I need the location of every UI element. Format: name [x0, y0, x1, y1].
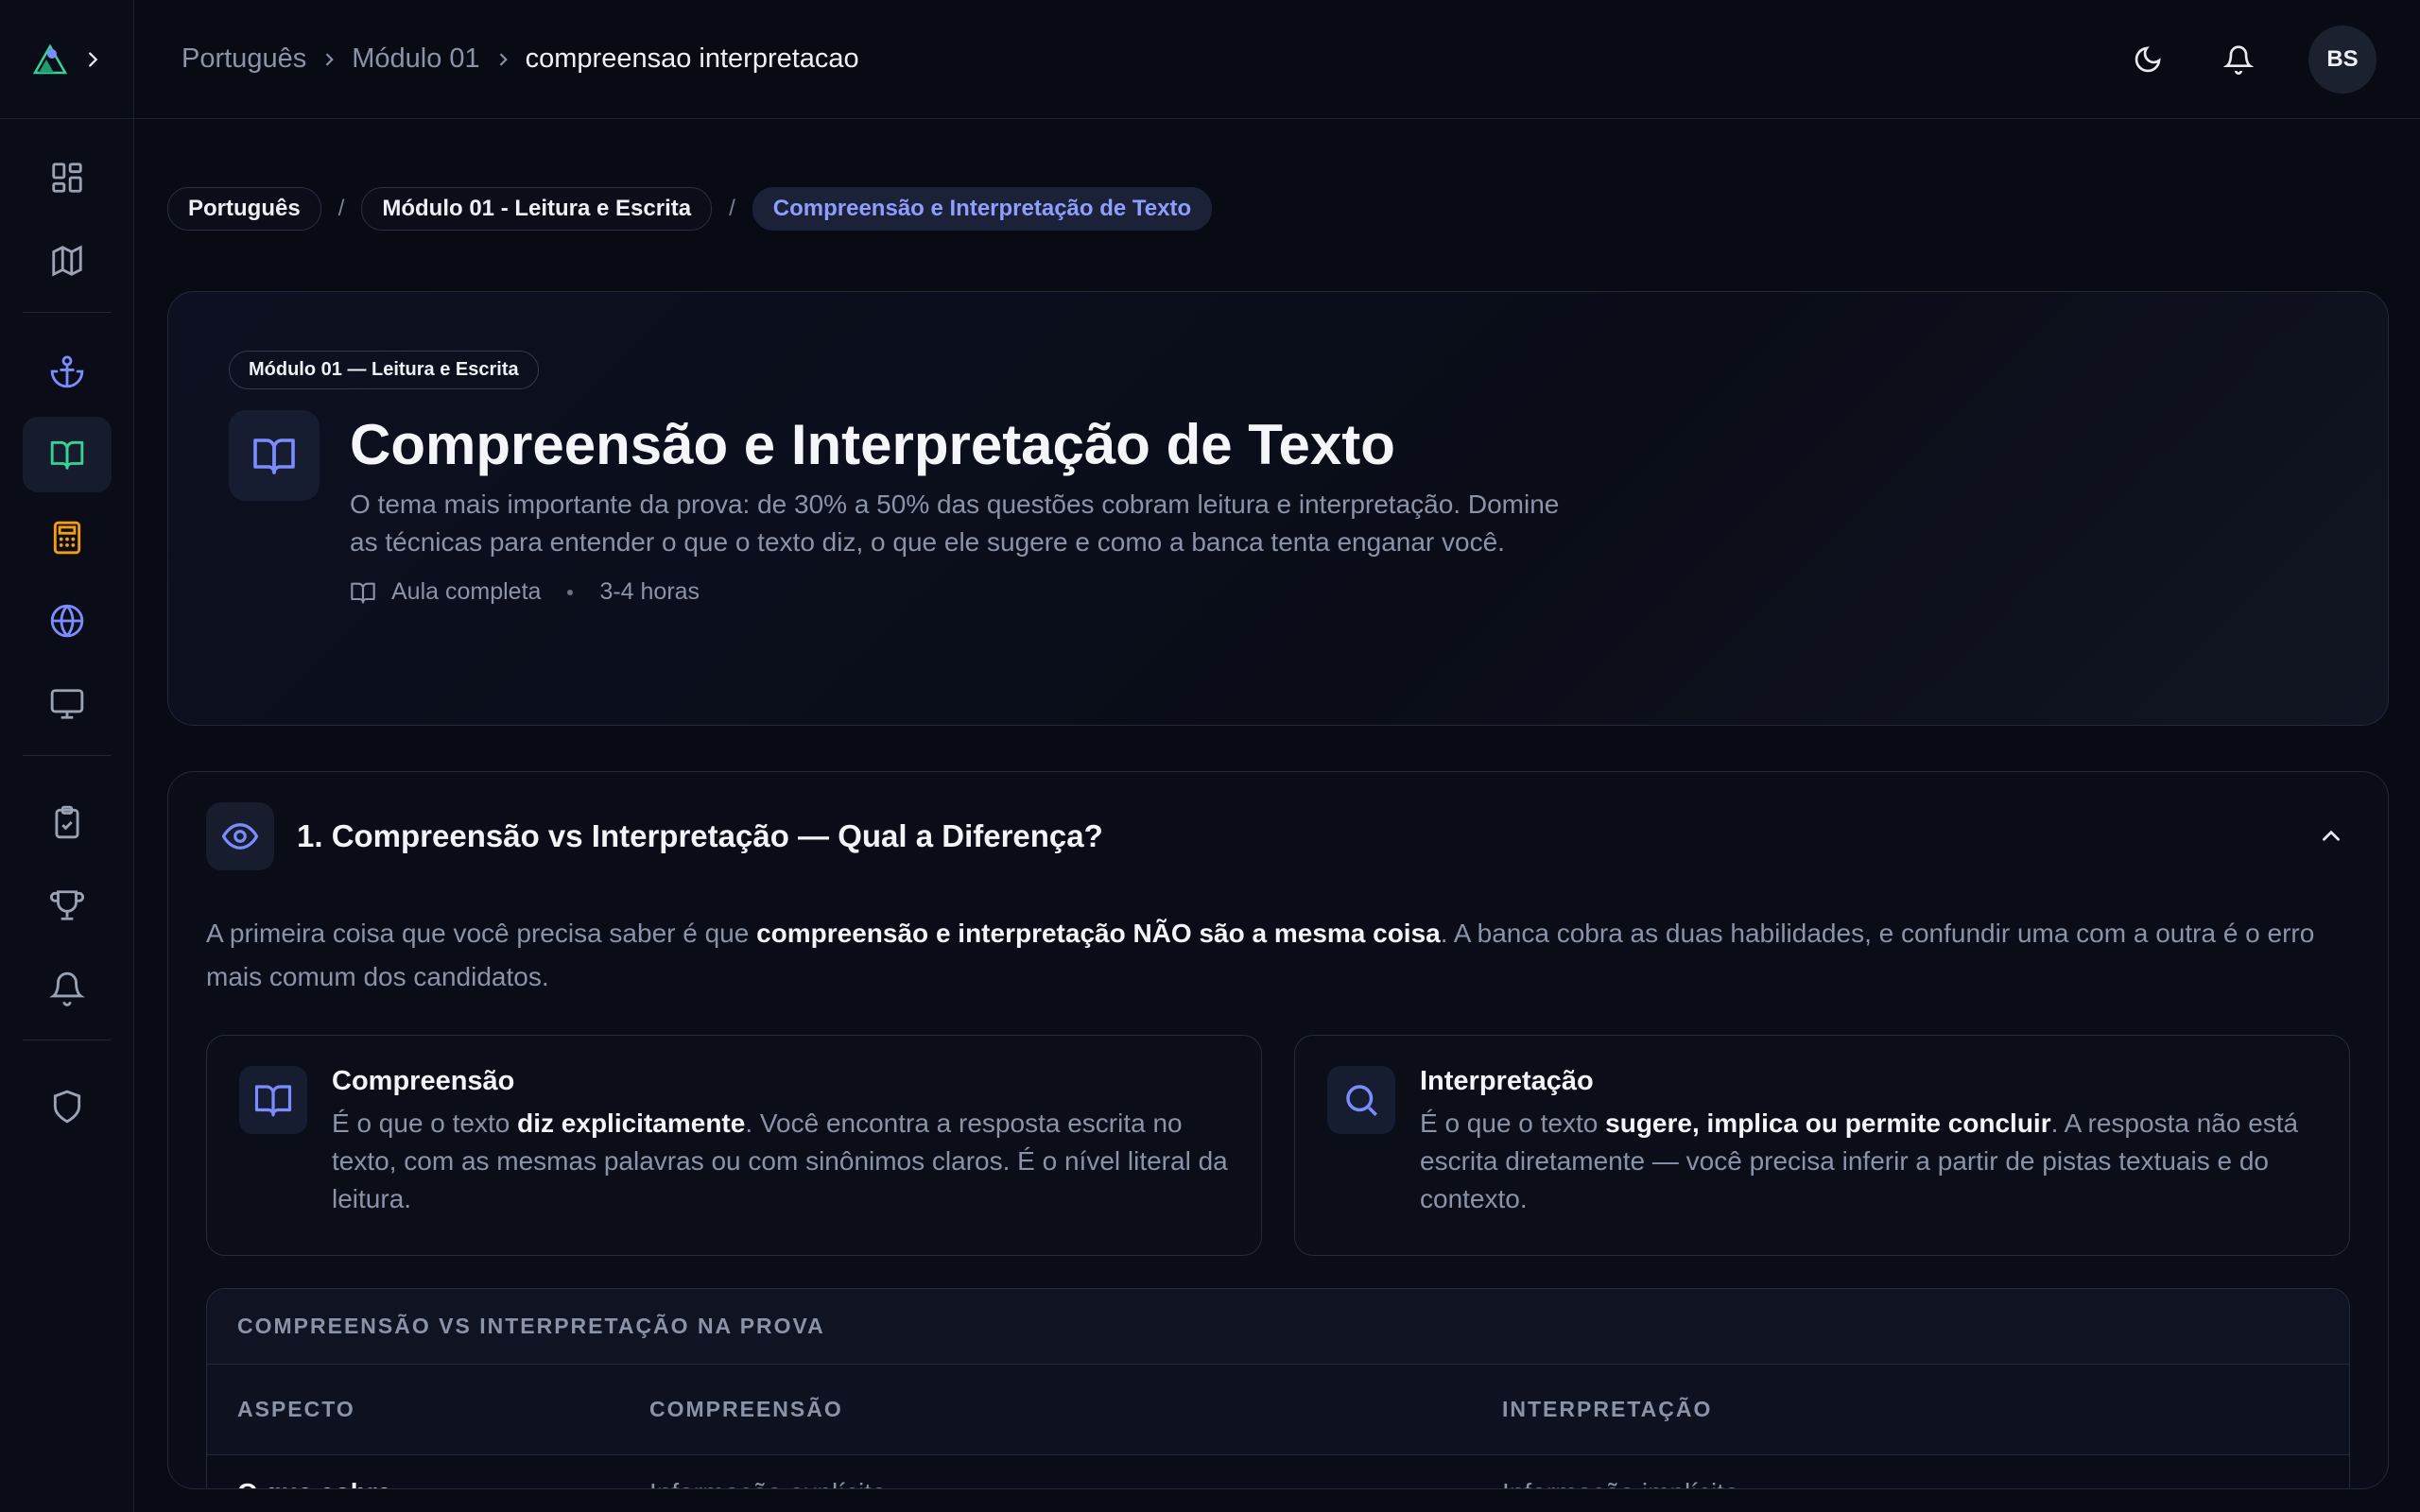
- column-header: ASPECTO: [237, 1397, 355, 1421]
- section-accordion: 1. Compreensão vs Interpretação — Qual a…: [167, 771, 2389, 1489]
- map-icon: [52, 245, 82, 277]
- book-open-icon: [253, 438, 295, 474]
- eye-icon: [221, 823, 259, 850]
- comparison-table: COMPREENSÃO VS INTERPRETAÇÃO NA PROVA AS…: [206, 1288, 2350, 1488]
- section-header[interactable]: 1. Compreensão vs Interpretação — Qual a…: [206, 802, 2350, 870]
- lesson-type: Aula completa: [391, 578, 542, 605]
- nav-portugues[interactable]: [23, 417, 112, 492]
- monitor-icon: [50, 689, 84, 719]
- section-icon: [206, 802, 274, 870]
- card-text: É o que o texto diz explicitamente. Você…: [332, 1105, 1229, 1218]
- pill-separator: /: [337, 196, 345, 221]
- nav-calculator[interactable]: [23, 500, 112, 576]
- bell-icon: [49, 971, 85, 1006]
- nav-anchor[interactable]: [23, 334, 112, 409]
- lesson-description: O tema mais importante da prova: de 30% …: [350, 490, 1560, 557]
- card-interpretacao: Interpretação É o que o texto sugere, im…: [1294, 1035, 2350, 1256]
- globe-icon: [50, 604, 84, 638]
- nav-computer[interactable]: [23, 666, 112, 742]
- pill-current-lesson: Compreensão e Interpretação de Texto: [752, 187, 1213, 231]
- lesson-icon: [229, 410, 320, 501]
- card-title: Interpretação: [1420, 1066, 1594, 1096]
- table-cell: Informação explícita: [649, 1478, 1502, 1488]
- theme-toggle-button[interactable]: [2127, 39, 2169, 80]
- trophy-icon: [49, 890, 85, 920]
- nav-map[interactable]: [23, 223, 112, 299]
- lesson-hero: Módulo 01 — Leitura e Escrita Compreensã…: [167, 291, 2389, 726]
- table-row: O que cobra Informação explícita Informa…: [207, 1455, 2349, 1488]
- shield-icon: [53, 1090, 81, 1124]
- logo-row: [0, 0, 133, 119]
- collapse-button[interactable]: [2312, 817, 2350, 855]
- meta-separator: [567, 589, 574, 595]
- table-header: ASPECTO COMPREENSÃO INTERPRETAÇÃO: [207, 1365, 2349, 1455]
- card-title: Compreensão: [332, 1066, 515, 1096]
- intro-emphasis: compreensão e interpretação NÃO são a me…: [756, 919, 1441, 948]
- page-title: Compreensão e Interpretação de Texto: [350, 413, 1395, 476]
- card-text-emphasis: diz explicitamente: [517, 1108, 746, 1138]
- card-compreensao: Compreensão É o que o texto diz explicit…: [206, 1035, 1262, 1256]
- main-content: Português / Módulo 01 - Leitura e Escrit…: [167, 119, 2389, 1489]
- card-icon: [239, 1066, 307, 1134]
- concept-cards: Compreensão É o que o texto diz explicit…: [206, 1035, 2350, 1256]
- section-intro: A primeira coisa que você precisa saber …: [206, 912, 2350, 999]
- notifications-button[interactable]: [2218, 39, 2259, 80]
- chevron-right-icon: [325, 52, 335, 66]
- anchor-icon: [50, 355, 84, 388]
- card-text-part: É o que o texto: [332, 1108, 518, 1138]
- top-actions: BS: [2127, 26, 2377, 94]
- table-cell: O que cobra: [207, 1478, 649, 1488]
- nav-tasks[interactable]: [23, 784, 112, 860]
- search-icon: [1346, 1085, 1377, 1116]
- breadcrumb: Português Módulo 01 compreensao interpre…: [182, 43, 859, 75]
- chevron-right-icon: [499, 52, 508, 66]
- moon-icon: [2135, 46, 2161, 73]
- card-text: É o que o texto sugere, implica ou permi…: [1420, 1105, 2317, 1218]
- topbar: Português Módulo 01 compreensao interpre…: [134, 0, 2420, 119]
- nav-admin[interactable]: [23, 1069, 112, 1144]
- calculator-icon: [53, 521, 81, 555]
- book-open-icon: [254, 1085, 292, 1117]
- intro-text: A primeira coisa que você precisa saber …: [206, 919, 757, 948]
- book-open-icon: [351, 582, 375, 604]
- pill-separator: /: [729, 196, 735, 221]
- card-text-part: É o que o texto: [1420, 1108, 1606, 1138]
- table-caption: COMPREENSÃO VS INTERPRETAÇÃO NA PROVA: [207, 1289, 2349, 1365]
- card-text-emphasis: sugere, implica ou permite concluir: [1605, 1108, 2051, 1138]
- bell-icon: [2223, 45, 2254, 75]
- breadcrumb-current: compreensao interpretacao: [525, 43, 859, 74]
- nav-trophy[interactable]: [23, 868, 112, 943]
- breadcrumb-module[interactable]: Módulo 01: [352, 43, 479, 75]
- nav-dashboard[interactable]: [23, 140, 112, 215]
- avatar[interactable]: BS: [2308, 26, 2377, 94]
- lesson-meta: Aula completa 3-4 horas: [350, 578, 1579, 606]
- section-title: 1. Compreensão vs Interpretação — Qual a…: [297, 818, 1103, 853]
- pill-subject[interactable]: Português: [167, 187, 321, 231]
- pill-module[interactable]: Módulo 01 - Leitura e Escrita: [361, 187, 713, 231]
- chevron-up-icon: [2323, 830, 2340, 841]
- column-header: COMPREENSÃO: [649, 1397, 843, 1421]
- sidebar: [0, 0, 134, 1512]
- module-tag: Módulo 01 — Leitura e Escrita: [229, 351, 539, 389]
- nav-notifications[interactable]: [23, 951, 112, 1026]
- table-cell: Informação implícita: [1502, 1478, 2349, 1488]
- column-header: INTERPRETAÇÃO: [1502, 1397, 1713, 1421]
- nav-globe[interactable]: [23, 583, 112, 659]
- lesson-duration: 3-4 horas: [599, 578, 700, 605]
- dashboard-icon: [52, 163, 82, 193]
- card-icon: [1327, 1066, 1395, 1134]
- book-open-icon: [50, 440, 84, 470]
- chevron-right-icon[interactable]: [82, 49, 103, 70]
- breadcrumb-subject[interactable]: Português: [182, 43, 306, 75]
- clipboard-check-icon: [55, 805, 79, 839]
- app-logo[interactable]: [31, 41, 69, 78]
- pill-breadcrumb: Português / Módulo 01 - Leitura e Escrit…: [167, 187, 2389, 231]
